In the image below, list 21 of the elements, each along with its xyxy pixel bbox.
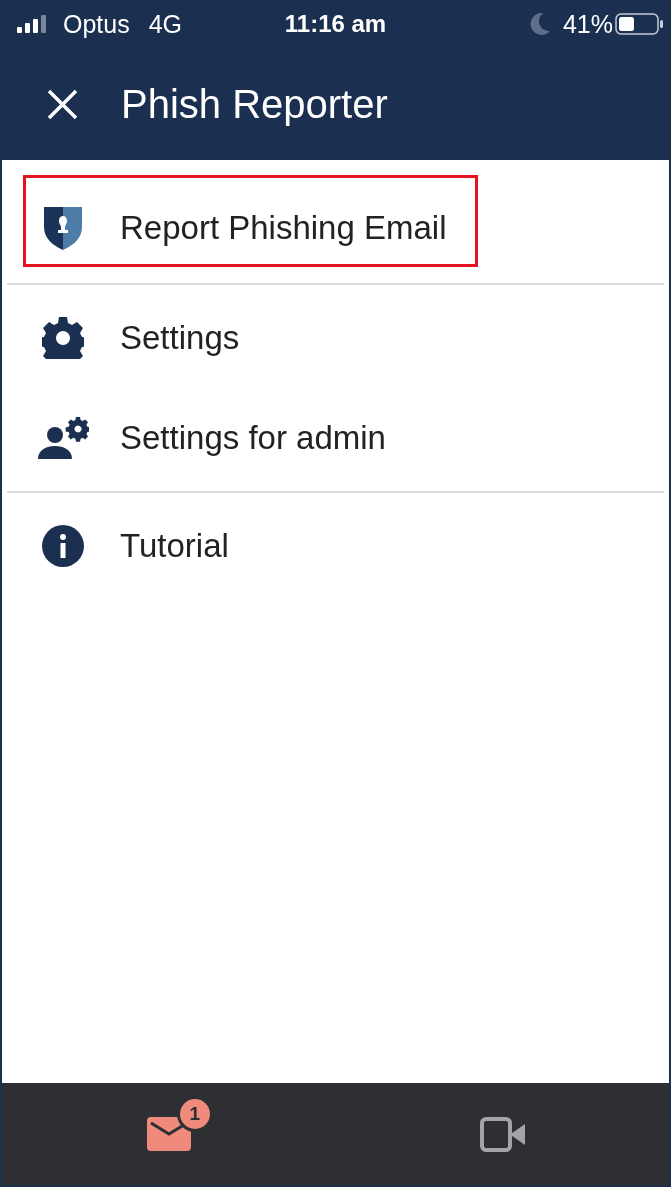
signal-icon bbox=[17, 15, 48, 33]
user-gear-icon bbox=[37, 417, 89, 459]
menu-item[interactable]: Tutorial bbox=[23, 493, 260, 585]
info-icon bbox=[42, 525, 84, 567]
network-label: 4G bbox=[148, 9, 183, 39]
close-icon bbox=[47, 88, 78, 120]
app-title: Phish Reporter bbox=[121, 81, 388, 127]
close-button[interactable] bbox=[47, 88, 78, 120]
gear-icon bbox=[42, 317, 84, 359]
carrier-label: Optus bbox=[63, 9, 130, 39]
shield-icon bbox=[44, 206, 82, 250]
battery-percent: 41% bbox=[562, 9, 613, 39]
menu-item[interactable]: Report Phishing Email bbox=[23, 175, 478, 267]
video-camera-icon bbox=[479, 1116, 525, 1152]
battery-icon bbox=[615, 13, 663, 35]
mail-icon bbox=[146, 1117, 191, 1151]
menu-item[interactable]: Settings bbox=[23, 285, 271, 377]
moon-icon bbox=[529, 13, 550, 35]
notification-badge: 1 bbox=[176, 1096, 213, 1132]
time-label: 11:16 am bbox=[284, 10, 387, 38]
menu-item[interactable]: Settings for admin bbox=[23, 385, 417, 477]
